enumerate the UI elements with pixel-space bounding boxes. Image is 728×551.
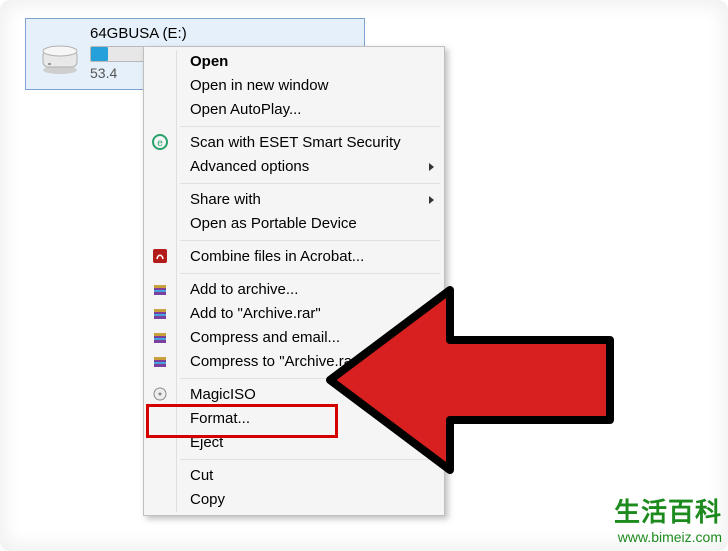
menu-item-open-autoplay[interactable]: Open AutoPlay... xyxy=(146,98,442,122)
menu-item-label: Add to "Archive.rar" xyxy=(190,305,321,322)
menu-item-label: Open AutoPlay... xyxy=(190,101,301,118)
menu-item-label: Combine files in Acrobat... xyxy=(190,248,364,265)
menu-item-label: Compress to "Archive.rar" and email xyxy=(190,353,432,370)
menu-item-label: Format... xyxy=(190,410,250,427)
watermark: 生活百科 www.bimeiz.com xyxy=(614,492,722,545)
menu-item-label: Compress and email... xyxy=(190,329,340,346)
winrar-icon xyxy=(152,329,170,347)
eset-icon: e xyxy=(152,134,170,152)
menu-separator xyxy=(180,183,440,184)
drive-label: 64GBUSA (E:) xyxy=(90,25,354,42)
menu-item-magiciso[interactable]: MagicISO xyxy=(146,383,442,407)
menu-item-label: Advanced options xyxy=(190,158,309,175)
menu-item-add-to-archive[interactable]: Add to archive... xyxy=(146,278,442,302)
menu-item-compress-to-archive-rar-and-email[interactable]: Compress to "Archive.rar" and email xyxy=(146,350,442,374)
context-menu: Open Open in new window Open AutoPlay... e S… xyxy=(143,46,445,516)
menu-item-label: Add to archive... xyxy=(190,281,298,298)
submenu-arrow-icon xyxy=(429,163,434,171)
menu-item-share-with[interactable]: Share with xyxy=(146,188,442,212)
menu-item-label: Open as Portable Device xyxy=(190,215,357,232)
watermark-title: 生活百科 xyxy=(614,492,722,529)
drive-icon xyxy=(40,41,80,75)
menu-separator xyxy=(180,240,440,241)
menu-item-label: Open xyxy=(190,53,228,70)
menu-item-format[interactable]: Format... xyxy=(146,407,442,431)
menu-item-eject[interactable]: Eject xyxy=(146,431,442,455)
watermark-url: www.bimeiz.com xyxy=(614,529,722,545)
menu-item-label: Scan with ESET Smart Security xyxy=(190,134,401,151)
menu-item-label: Copy xyxy=(190,491,225,508)
menu-item-advanced-options[interactable]: Advanced options xyxy=(146,155,442,179)
menu-item-open-as-portable-device[interactable]: Open as Portable Device xyxy=(146,212,442,236)
menu-item-combine-files-in-acrobat[interactable]: Combine files in Acrobat... xyxy=(146,245,442,269)
magiciso-icon xyxy=(152,386,170,404)
menu-item-copy[interactable]: Copy xyxy=(146,488,442,512)
drive-capacity-fill xyxy=(91,47,108,61)
menu-item-label: Cut xyxy=(190,467,213,484)
winrar-icon xyxy=(152,353,170,371)
menu-item-label: Share with xyxy=(190,191,261,208)
menu-item-open-in-new-window[interactable]: Open in new window xyxy=(146,74,442,98)
menu-item-scan-with-eset-smart-security[interactable]: e Scan with ESET Smart Security xyxy=(146,131,442,155)
menu-item-cut[interactable]: Cut xyxy=(146,464,442,488)
menu-separator xyxy=(180,459,440,460)
menu-separator xyxy=(180,126,440,127)
submenu-arrow-icon xyxy=(429,391,434,399)
winrar-icon xyxy=(152,305,170,323)
menu-item-compress-and-email[interactable]: Compress and email... xyxy=(146,326,442,350)
acrobat-icon xyxy=(152,248,170,266)
menu-item-open[interactable]: Open xyxy=(146,50,442,74)
menu-item-label: Open in new window xyxy=(190,77,328,94)
menu-separator xyxy=(180,378,440,379)
winrar-icon xyxy=(152,281,170,299)
svg-text:e: e xyxy=(157,138,163,149)
submenu-arrow-icon xyxy=(429,196,434,204)
menu-item-label: MagicISO xyxy=(190,386,256,403)
menu-item-label: Eject xyxy=(190,434,223,451)
menu-separator xyxy=(180,273,440,274)
menu-item-add-to-archive-rar[interactable]: Add to "Archive.rar" xyxy=(146,302,442,326)
